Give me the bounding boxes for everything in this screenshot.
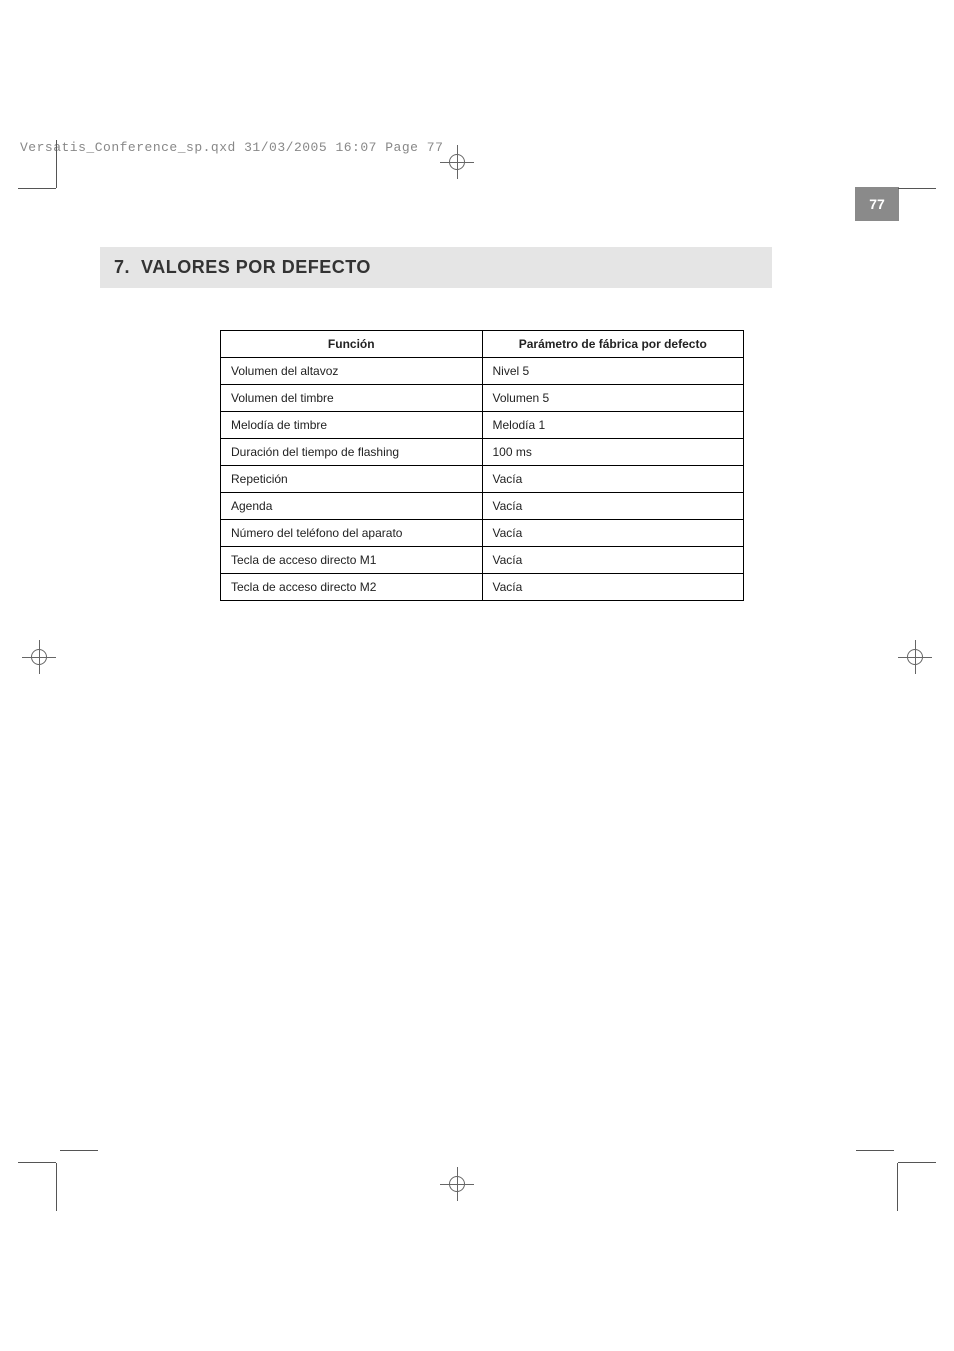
table-row: Número del teléfono del aparato Vacía — [221, 520, 744, 547]
section-number: 7. — [114, 257, 130, 277]
cell-default: Vacía — [482, 520, 744, 547]
cell-function: Repetición — [221, 466, 483, 493]
header-function: Función — [221, 331, 483, 358]
cell-function: Agenda — [221, 493, 483, 520]
cell-function: Melodía de timbre — [221, 412, 483, 439]
crop-mark-icon — [898, 188, 936, 189]
content-area: 7. VALORES POR DEFECTO Función Parámetro… — [100, 247, 772, 601]
registration-mark-icon — [440, 145, 474, 179]
slug-line: Versatis_Conference_sp.qxd 31/03/2005 16… — [20, 140, 443, 155]
registration-mark-icon — [898, 640, 932, 674]
cell-function: Tecla de acceso directo M1 — [221, 547, 483, 574]
section-header: 7. VALORES POR DEFECTO — [100, 247, 772, 288]
table-row: Tecla de acceso directo M2 Vacía — [221, 574, 744, 601]
crop-mark-icon — [856, 1150, 894, 1151]
cell-default: Volumen 5 — [482, 385, 744, 412]
crop-mark-icon — [18, 1162, 56, 1163]
table-row: Duración del tiempo de flashing 100 ms — [221, 439, 744, 466]
header-default: Parámetro de fábrica por defecto — [482, 331, 744, 358]
registration-mark-icon — [440, 1167, 474, 1201]
cell-function: Volumen del altavoz — [221, 358, 483, 385]
cell-function: Volumen del timbre — [221, 385, 483, 412]
table-row: Repetición Vacía — [221, 466, 744, 493]
cell-default: Vacía — [482, 493, 744, 520]
cell-default: Nivel 5 — [482, 358, 744, 385]
cell-default: Melodía 1 — [482, 412, 744, 439]
section-title: VALORES POR DEFECTO — [141, 257, 371, 277]
cell-default: 100 ms — [482, 439, 744, 466]
table-header-row: Función Parámetro de fábrica por defecto — [221, 331, 744, 358]
crop-mark-icon — [56, 140, 57, 188]
crop-mark-icon — [18, 188, 56, 189]
cell-function: Duración del tiempo de flashing — [221, 439, 483, 466]
page-number: 77 — [855, 187, 899, 221]
defaults-table: Función Parámetro de fábrica por defecto… — [220, 330, 744, 601]
cell-function: Número del teléfono del aparato — [221, 520, 483, 547]
cell-default: Vacía — [482, 466, 744, 493]
cell-function: Tecla de acceso directo M2 — [221, 574, 483, 601]
crop-mark-icon — [56, 1163, 57, 1211]
table-row: Tecla de acceso directo M1 Vacía — [221, 547, 744, 574]
crop-mark-icon — [897, 1163, 898, 1211]
crop-mark-icon — [60, 1150, 98, 1151]
table-row: Melodía de timbre Melodía 1 — [221, 412, 744, 439]
crop-mark-icon — [898, 1162, 936, 1163]
cell-default: Vacía — [482, 574, 744, 601]
cell-default: Vacía — [482, 547, 744, 574]
table-row: Volumen del altavoz Nivel 5 — [221, 358, 744, 385]
table-row: Volumen del timbre Volumen 5 — [221, 385, 744, 412]
table-row: Agenda Vacía — [221, 493, 744, 520]
registration-mark-icon — [22, 640, 56, 674]
